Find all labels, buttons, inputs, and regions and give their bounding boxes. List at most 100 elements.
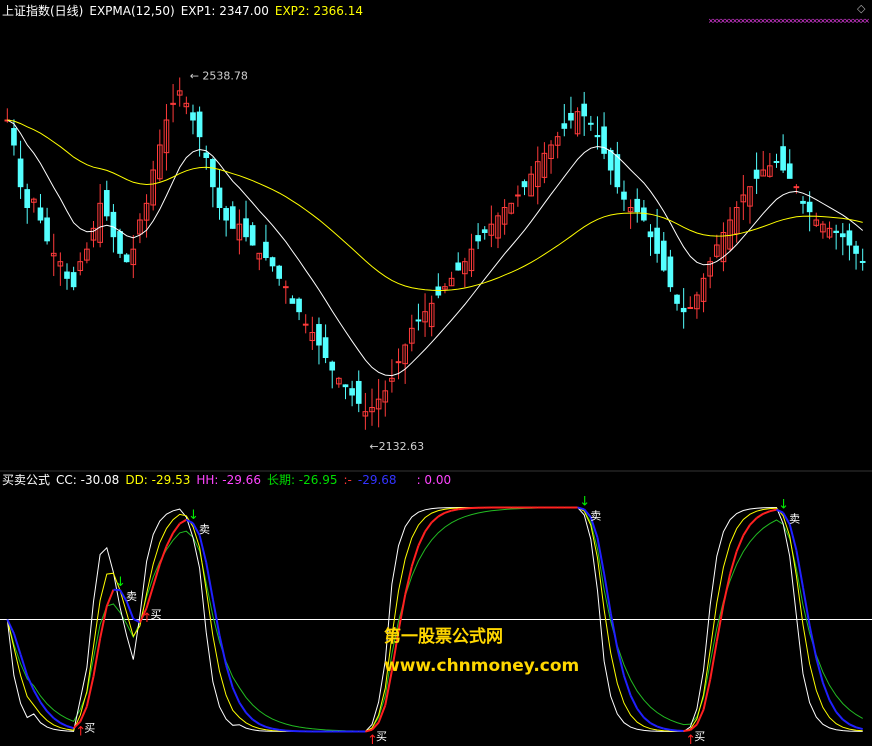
candle-body	[780, 146, 786, 171]
buy-label: 买	[376, 730, 387, 743]
candle-body	[17, 158, 24, 188]
signal-line	[650, 722, 658, 728]
candle-body	[103, 190, 110, 217]
candle-body	[839, 233, 846, 238]
candle-body	[243, 218, 249, 238]
exp2-value: EXP2: 2366.14	[274, 4, 364, 18]
candle-body	[800, 200, 806, 204]
signal-line	[218, 635, 228, 666]
signal-line	[451, 508, 459, 512]
signal-line	[729, 550, 738, 575]
signal-line	[26, 675, 35, 691]
signal-line	[629, 694, 639, 710]
signal-line	[670, 728, 678, 732]
signal-line	[53, 717, 61, 724]
candle-body	[210, 158, 216, 188]
candle-body	[753, 169, 760, 179]
candle-body	[647, 231, 654, 238]
candle-body	[123, 254, 130, 263]
sell-arrow-icon: ↓	[579, 494, 590, 509]
exp1-value: EXP1: 2347.00	[180, 4, 269, 18]
dd-value: DD: -29.53	[125, 473, 191, 487]
signal-line	[272, 727, 280, 731]
high-annotation: ← 2538.78	[190, 70, 248, 83]
candle-body	[455, 262, 462, 271]
low-annotation: ←2132.63	[369, 440, 424, 453]
signal-line	[431, 515, 439, 524]
candle-body	[263, 241, 269, 259]
signal-line	[663, 727, 671, 731]
candle-body	[594, 135, 601, 138]
candle-body	[687, 307, 694, 309]
candle-body	[64, 271, 70, 279]
signal-line	[444, 509, 452, 514]
upper-panel-header: 上证指数(日线) EXPMA(12,50) EXP1: 2347.00 EXP2: 2…	[2, 4, 369, 18]
candle-body	[395, 361, 402, 364]
signal-line	[198, 535, 208, 563]
candle-body	[329, 361, 336, 371]
candle-body	[349, 388, 355, 396]
long-value: 长期: -26.95	[266, 473, 338, 487]
candle-body	[276, 265, 282, 279]
signal-line	[722, 573, 732, 605]
signal-line	[636, 708, 645, 719]
signal-line	[808, 625, 818, 659]
candle-body	[196, 111, 203, 138]
candle-body	[223, 208, 229, 221]
candle-body	[296, 298, 302, 313]
panel-collapse-icon[interactable]: ◇	[857, 2, 865, 15]
dotted-marker: ×	[864, 17, 870, 25]
candle-body	[70, 272, 77, 288]
candle-body	[190, 112, 196, 121]
signal-line	[39, 701, 48, 712]
buy-label: 买	[84, 722, 95, 735]
lower-panel-header: 买卖公式 CC: -30.08 DD: -29.53 HH: -29.66 长期: -2…	[2, 473, 457, 487]
signal-line	[458, 507, 465, 511]
v-value: -29.68	[357, 473, 397, 487]
signal-line	[172, 523, 181, 534]
signal-line	[735, 534, 745, 552]
signal-line	[855, 726, 863, 731]
candle-body	[415, 319, 422, 322]
signal-line	[59, 722, 68, 728]
candle-body	[859, 260, 866, 263]
signal-line	[46, 710, 55, 719]
signal-line	[609, 613, 619, 649]
signal-line	[238, 702, 247, 714]
candle-body	[773, 160, 780, 163]
signal-line	[683, 729, 691, 732]
signal-line	[92, 638, 102, 677]
candle-body	[833, 230, 839, 233]
candle-body	[342, 384, 349, 388]
candle-body	[322, 337, 329, 359]
candle-body	[515, 194, 521, 197]
indicator-name: EXPMA(12,50)	[89, 4, 175, 18]
candle-body	[607, 149, 614, 171]
candle-body	[793, 186, 800, 189]
dash-value: :-	[343, 473, 352, 487]
watermark-url: www.chnmoney.com	[384, 656, 580, 676]
candle-body	[621, 191, 627, 200]
signal-line	[158, 545, 168, 565]
candle-body	[654, 227, 660, 254]
cc-value: CC: -30.08	[56, 473, 120, 487]
signal-line	[742, 524, 751, 536]
signal-line	[849, 723, 857, 729]
buy-label: 买	[694, 730, 705, 743]
sell-label: 卖	[126, 590, 137, 603]
candle-body	[561, 123, 568, 129]
candle-body	[581, 103, 588, 117]
signal-line	[265, 725, 273, 730]
hh-value: HH: -29.66	[196, 473, 261, 487]
signal-line	[245, 712, 254, 721]
candle-body	[289, 298, 296, 304]
zero-value: : 0.00	[416, 473, 452, 487]
sell-arrow-icon: ↓	[778, 498, 789, 513]
candle-body	[355, 380, 362, 404]
signal-line	[835, 711, 844, 721]
candle-body	[203, 152, 210, 159]
candle-body	[44, 217, 50, 242]
signal-line	[32, 689, 42, 703]
candle-body	[667, 256, 674, 288]
candle-body	[282, 286, 289, 289]
